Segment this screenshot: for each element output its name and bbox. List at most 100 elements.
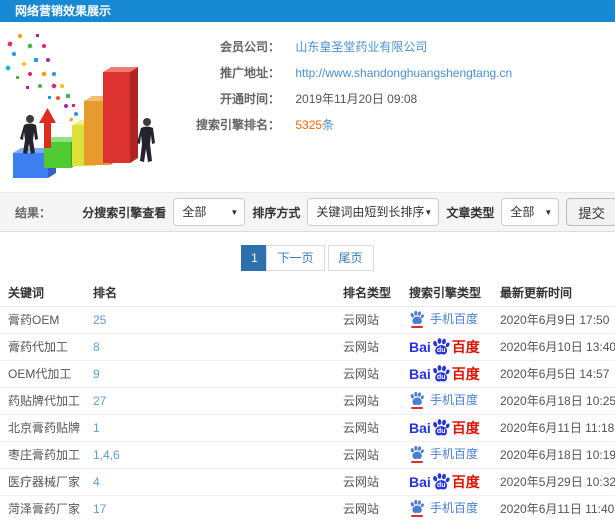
header-rank: 排名	[85, 280, 335, 307]
baidu-paw-icon	[410, 446, 424, 460]
paw-underline	[411, 407, 423, 410]
mobile-baidu-label: 手机百度	[430, 311, 479, 326]
cell-rank[interactable]: 4	[85, 468, 335, 496]
page-header: 网络营销效果展示	[0, 0, 615, 22]
growth-chart-illustration	[5, 34, 155, 178]
cell-updated: 2020年6月9日 17:50	[492, 306, 615, 334]
result-label: 结果：	[15, 205, 52, 220]
engine-filter-select[interactable]: 全部 ▼	[173, 198, 246, 226]
cell-rank[interactable]: 17	[85, 495, 335, 520]
cell-engine-type: Bai du 百度	[401, 468, 492, 496]
baidu-name-text: 百度	[451, 365, 480, 382]
table-row: 北京膏药贴牌 1 云网站 Bai du 百度 2020年6月11日 11:18	[0, 414, 615, 442]
pagination: 1 下一页 尾页	[0, 232, 615, 280]
url-label: 推广地址：	[219, 66, 280, 80]
cell-keyword: 膏药OEM	[0, 306, 85, 334]
cell-rank-type: 云网站	[335, 441, 401, 469]
cell-rank-type: 云网站	[335, 360, 401, 388]
baidu-logo: Bai du 百度	[409, 364, 480, 384]
table-header-row: 关键词 排名 排名类型 搜索引擎类型 最新更新时间	[0, 280, 615, 307]
baidu-logo: Bai du 百度	[409, 337, 480, 357]
cell-rank[interactable]: 25	[85, 306, 335, 334]
article-type-label: 文章类型	[446, 205, 495, 220]
header-rank-type: 排名类型	[335, 280, 401, 307]
cell-updated: 2020年6月10日 13:40	[492, 333, 615, 361]
cell-rank-type: 云网站	[335, 333, 401, 361]
cell-rank-type: 云网站	[335, 495, 401, 520]
cell-engine-type: 手机百度	[401, 387, 492, 415]
cell-keyword: 枣庄膏药加工	[0, 441, 85, 469]
businessman-right	[137, 118, 155, 162]
cell-updated: 2020年6月11日 11:18	[492, 414, 615, 442]
field-url: 推广地址： http://www.shandonghuangshengtang.…	[180, 60, 615, 86]
cell-engine-type: Bai du 百度	[401, 414, 492, 442]
cell-rank[interactable]: 1,4,6	[85, 441, 335, 469]
cell-keyword: 北京膏药贴牌	[0, 414, 85, 442]
article-type-select[interactable]: 全部 ▼	[501, 198, 560, 226]
mobile-baidu-logo: 手机百度	[409, 391, 479, 410]
baidu-paw-icon	[410, 500, 424, 514]
svg-text:du: du	[437, 346, 446, 354]
baidu-paw-icon: du	[432, 472, 450, 489]
bar-red	[103, 67, 138, 163]
promotion-url-link[interactable]: http://www.shandonghuangshengtang.cn	[295, 66, 512, 80]
cell-keyword: OEM代加工	[0, 360, 85, 388]
company-label: 会员公司：	[219, 40, 280, 54]
table-row: 膏药OEM 25 云网站 手机百度 2020年6月9日 17:50	[0, 306, 615, 334]
svg-text:du: du	[437, 373, 446, 381]
header-engine-type: 搜索引擎类型	[401, 280, 492, 307]
cell-updated: 2020年6月18日 10:19	[492, 441, 615, 469]
paw-underline	[411, 515, 423, 518]
rank-count-label: 搜索引擎排名：	[195, 118, 280, 132]
company-link[interactable]: 山东皇圣堂药业有限公司	[295, 40, 427, 54]
table-row: 药贴牌代加工 27 云网站 手机百度 2020年6月18日 10:25	[0, 387, 615, 415]
cell-rank[interactable]: 8	[85, 333, 335, 361]
baidu-bai-text: Bai	[409, 473, 431, 490]
next-page-button[interactable]: 下一页	[266, 245, 325, 271]
baidu-bai-text: Bai	[409, 419, 431, 436]
engine-filter-label: 分搜索引擎查看	[82, 205, 167, 220]
submit-button[interactable]: 提交	[566, 198, 615, 226]
rank-count-suffix: 条	[322, 118, 335, 132]
baidu-paw-icon: du	[432, 337, 450, 354]
cell-keyword: 菏泽膏药厂家	[0, 495, 85, 520]
cell-rank-type: 云网站	[335, 468, 401, 496]
sort-filter-value: 关键词由短到长排序	[316, 205, 425, 219]
field-open-time: 开通时间： 2019年11月20日 09:08	[180, 86, 615, 112]
baidu-logo: Bai du 百度	[409, 418, 480, 438]
field-company: 会员公司： 山东皇圣堂药业有限公司	[180, 34, 615, 60]
cell-engine-type: 手机百度	[401, 495, 492, 520]
cell-rank[interactable]: 1	[85, 414, 335, 442]
baidu-paw-icon: du	[432, 418, 450, 435]
rank-count-number: 5325	[295, 118, 323, 132]
paw-underline	[411, 461, 423, 464]
table-body: 膏药OEM 25 云网站 手机百度 2020年6月9日 17:50 膏药代加工 8 云网站 …	[0, 306, 615, 520]
mobile-baidu-logo: 手机百度	[409, 445, 478, 464]
cell-engine-type: Bai du 百度	[401, 360, 492, 388]
last-page-button[interactable]: 尾页	[327, 245, 374, 271]
table-row: 膏药代加工 8 云网站 Bai du 百度 2020年6月10日 13:40	[0, 333, 615, 361]
cell-rank[interactable]: 9	[85, 360, 335, 388]
cell-engine-type: 手机百度	[401, 306, 492, 334]
baidu-paw-icon	[410, 392, 424, 406]
table-row: 医疗器械厂家 4 云网站 Bai du 百度 2020年5月29日 10:32	[0, 468, 615, 496]
cell-rank-type: 云网站	[335, 387, 401, 415]
article-type-value: 全部	[510, 205, 535, 219]
baidu-name-text: 百度	[451, 419, 480, 436]
info-section: 会员公司： 山东皇圣堂药业有限公司 推广地址： http://www.shand…	[0, 22, 615, 192]
mobile-baidu-label: 手机百度	[430, 392, 479, 407]
mobile-baidu-logo: 手机百度	[409, 499, 479, 518]
cell-engine-type: Bai du 百度	[401, 333, 492, 361]
baidu-logo: Bai du 百度	[409, 472, 480, 492]
page-1-button[interactable]: 1	[241, 245, 268, 271]
cell-rank[interactable]: 27	[85, 387, 335, 415]
cell-updated: 2020年6月18日 10:25	[492, 387, 615, 415]
cell-keyword: 医疗器械厂家	[0, 468, 85, 496]
mobile-baidu-label: 手机百度	[430, 500, 479, 515]
open-time-label: 开通时间：	[219, 92, 280, 106]
sort-filter-select[interactable]: 关键词由短到长排序 ▼	[307, 198, 440, 226]
svg-text:du: du	[437, 481, 446, 489]
mobile-baidu-logo: 手机百度	[409, 310, 479, 329]
baidu-paw-icon: du	[432, 364, 450, 381]
header-keyword: 关键词	[0, 280, 85, 307]
